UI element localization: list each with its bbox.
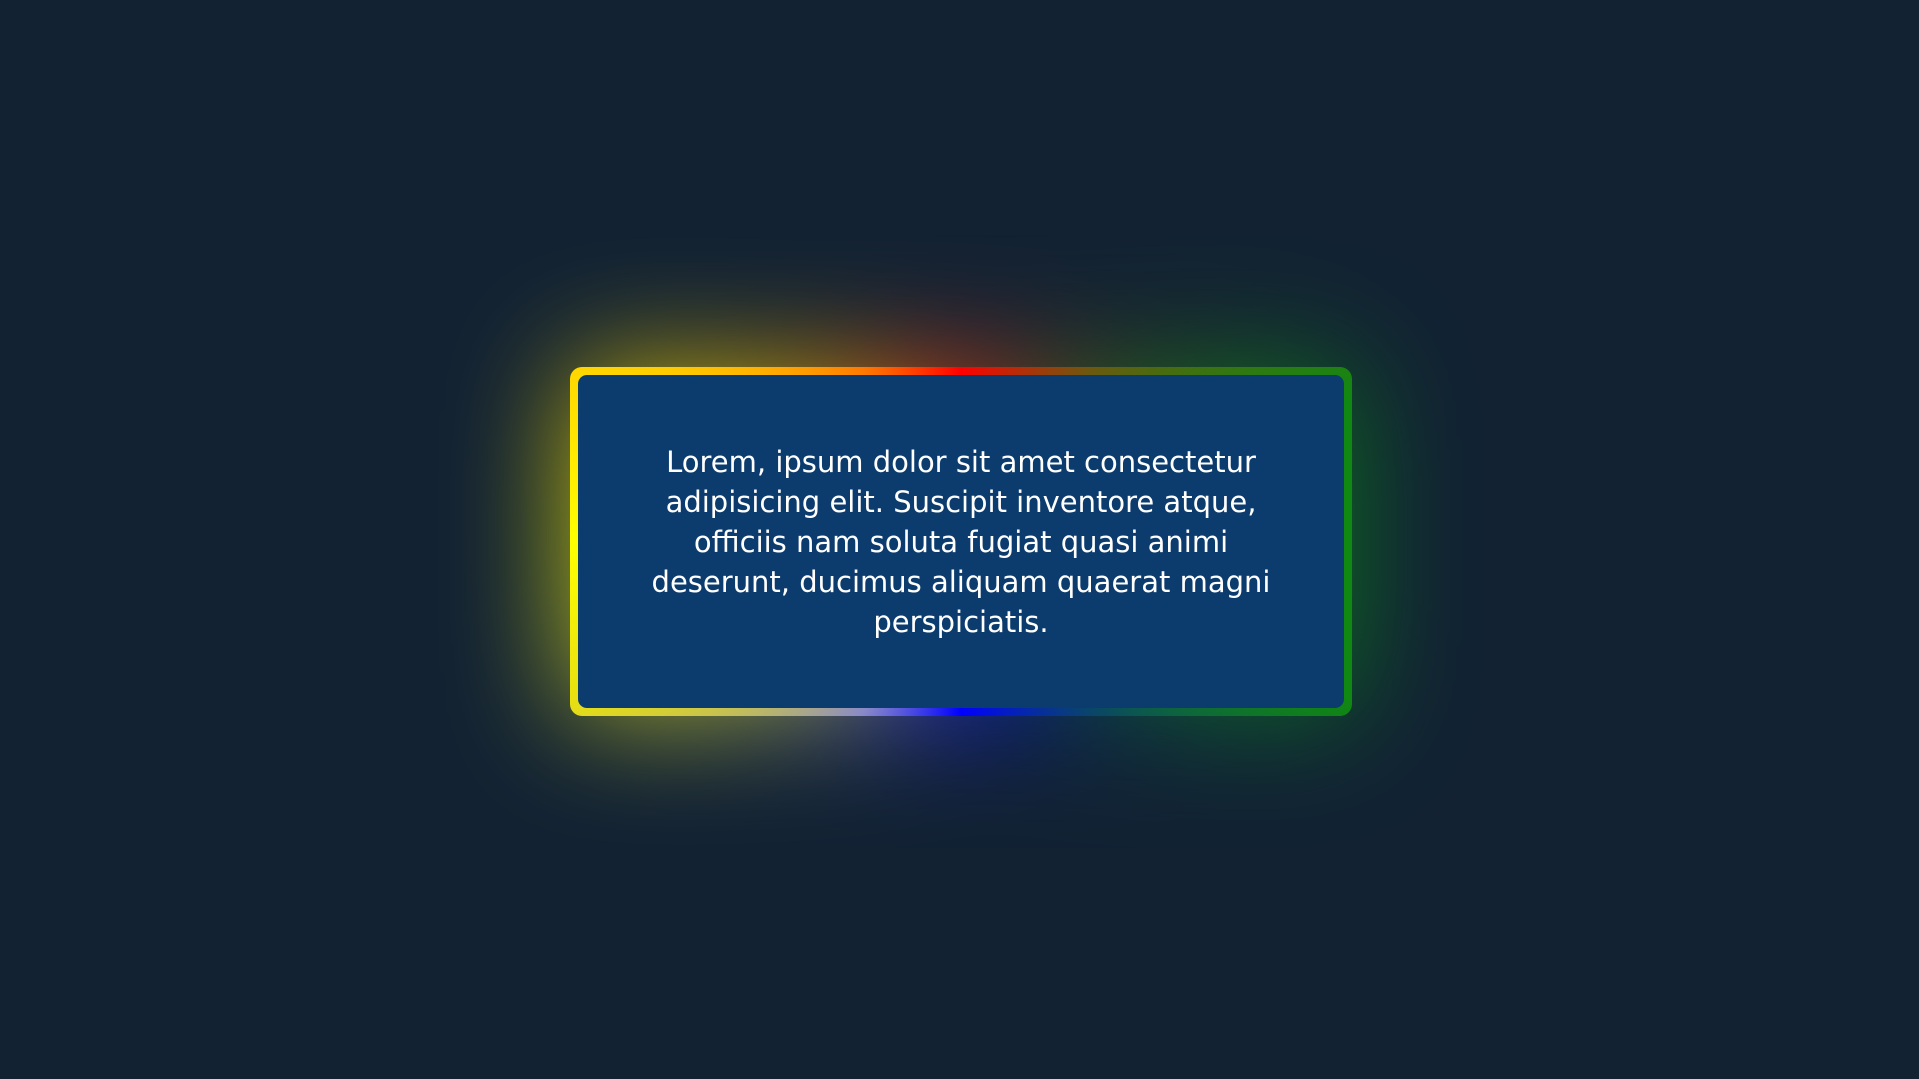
card-text: Lorem, ipsum dolor sit amet consectetur … xyxy=(651,444,1271,639)
page-background: Lorem, ipsum dolor sit amet consectetur … xyxy=(0,0,1919,1079)
glowing-card: Lorem, ipsum dolor sit amet consectetur … xyxy=(570,367,1352,716)
text-card: Lorem, ipsum dolor sit amet consectetur … xyxy=(578,375,1344,708)
